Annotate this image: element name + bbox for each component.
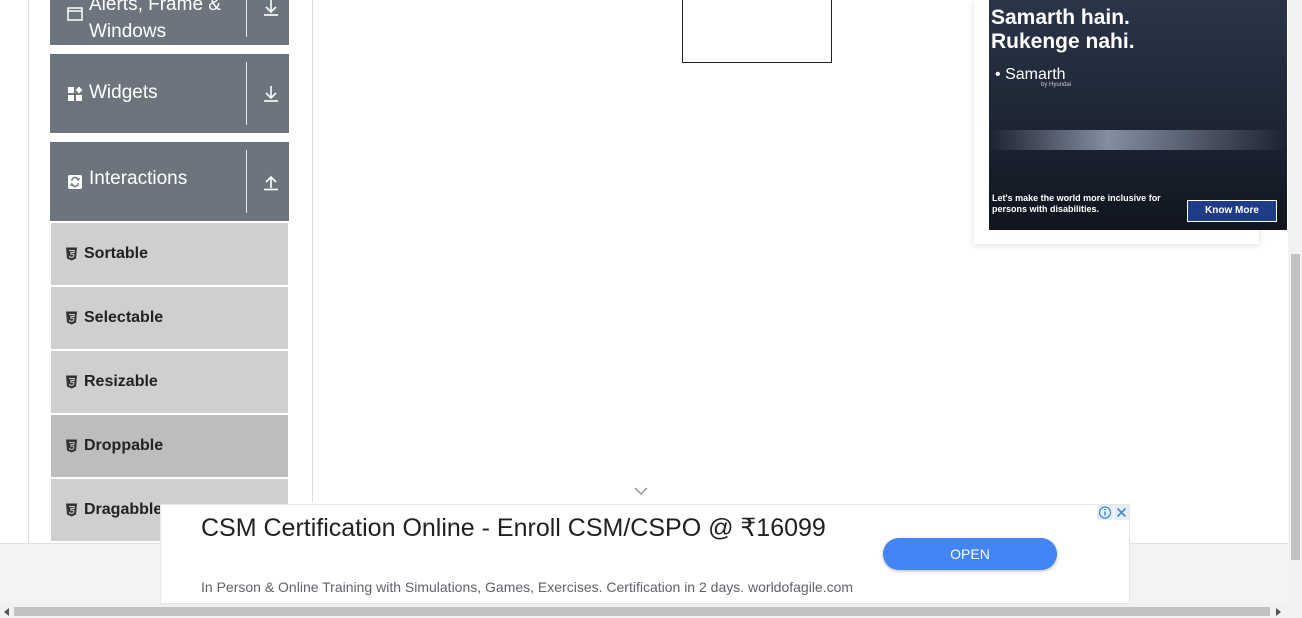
html5-icon bbox=[66, 503, 77, 517]
brand-mark-icon: • bbox=[995, 66, 1001, 83]
html5-icon bbox=[66, 311, 77, 325]
html5-icon bbox=[66, 439, 77, 453]
group-label: Widgets bbox=[89, 82, 158, 103]
ad-brand-sub: by Hyundai bbox=[1041, 82, 1072, 88]
scroll-left-arrow-icon[interactable] bbox=[4, 608, 9, 616]
bottom-ad-banner[interactable]: CSM Certification Online - Enroll CSM/CS… bbox=[160, 504, 1130, 604]
sidebar-item-sortable[interactable]: Sortable bbox=[51, 223, 288, 285]
drag-box[interactable] bbox=[682, 0, 832, 63]
horizontal-scrollbar[interactable] bbox=[0, 604, 1302, 618]
ad-caption: Let's make the world more inclusive for … bbox=[992, 193, 1161, 214]
sidebar-item-resizable[interactable]: Resizable bbox=[51, 351, 288, 413]
ad-title[interactable]: CSM Certification Online - Enroll CSM/CS… bbox=[201, 512, 841, 544]
sidebar-group-alerts[interactable]: Alerts, Frame & Windows bbox=[50, 0, 289, 45]
group-divider bbox=[246, 62, 247, 125]
ad-info-icon[interactable] bbox=[1097, 505, 1113, 520]
upload-arrow-icon[interactable] bbox=[263, 173, 279, 191]
vertical-scrollbar[interactable] bbox=[1288, 0, 1302, 604]
horizontal-scrollbar-thumb[interactable] bbox=[14, 607, 1270, 616]
sidebar-item-label: Resizable bbox=[84, 373, 158, 390]
side-ad-image[interactable]: Samarth hain. Rukenge nahi. • Samarth by… bbox=[989, 0, 1287, 230]
interactions-icon bbox=[68, 174, 82, 189]
scroll-right-arrow-icon[interactable] bbox=[1276, 608, 1281, 616]
ad-description: In Person & Online Training with Simulat… bbox=[201, 579, 854, 595]
chevron-down-icon[interactable] bbox=[634, 487, 648, 496]
vertical-scrollbar-thumb[interactable] bbox=[1291, 254, 1300, 560]
html5-icon bbox=[66, 247, 77, 261]
sidebar-item-label: Sortable bbox=[84, 245, 149, 262]
group-label-line2: Windows bbox=[89, 21, 167, 42]
sidebar-group-widgets[interactable]: Widgets bbox=[50, 54, 289, 133]
sidebar-right-border bbox=[312, 0, 313, 502]
group-label-line1: Alerts, Frame & bbox=[89, 0, 221, 15]
html5-icon bbox=[66, 375, 77, 389]
group-label: Interactions bbox=[89, 168, 188, 189]
sidebar-item-selectable[interactable]: Selectable bbox=[51, 287, 288, 349]
download-arrow-icon[interactable] bbox=[263, 0, 279, 18]
widgets-icon bbox=[68, 85, 83, 101]
group-divider bbox=[246, 0, 247, 37]
ad-open-button[interactable]: OPEN bbox=[883, 538, 1057, 570]
window-icon bbox=[67, 7, 83, 21]
page-left-border bbox=[28, 0, 29, 543]
ad-close-icon[interactable] bbox=[1114, 505, 1129, 520]
group-divider bbox=[246, 150, 247, 213]
sidebar-group-interactions[interactable]: Interactions bbox=[50, 142, 289, 221]
sidebar-item-droppable[interactable]: Droppable bbox=[51, 415, 288, 477]
ad-light-streak bbox=[989, 130, 1287, 150]
ad-brand: Samarth bbox=[1005, 66, 1066, 83]
sidebar-item-label: Droppable bbox=[84, 437, 164, 454]
sidebar-item-label: Selectable bbox=[84, 309, 164, 326]
ad-headline: Samarth hain. Rukenge nahi. bbox=[991, 6, 1135, 53]
sidebar-item-label: Dragabble bbox=[84, 501, 163, 518]
ad-know-more-button[interactable]: Know More bbox=[1187, 200, 1277, 222]
download-arrow-icon[interactable] bbox=[263, 85, 279, 103]
